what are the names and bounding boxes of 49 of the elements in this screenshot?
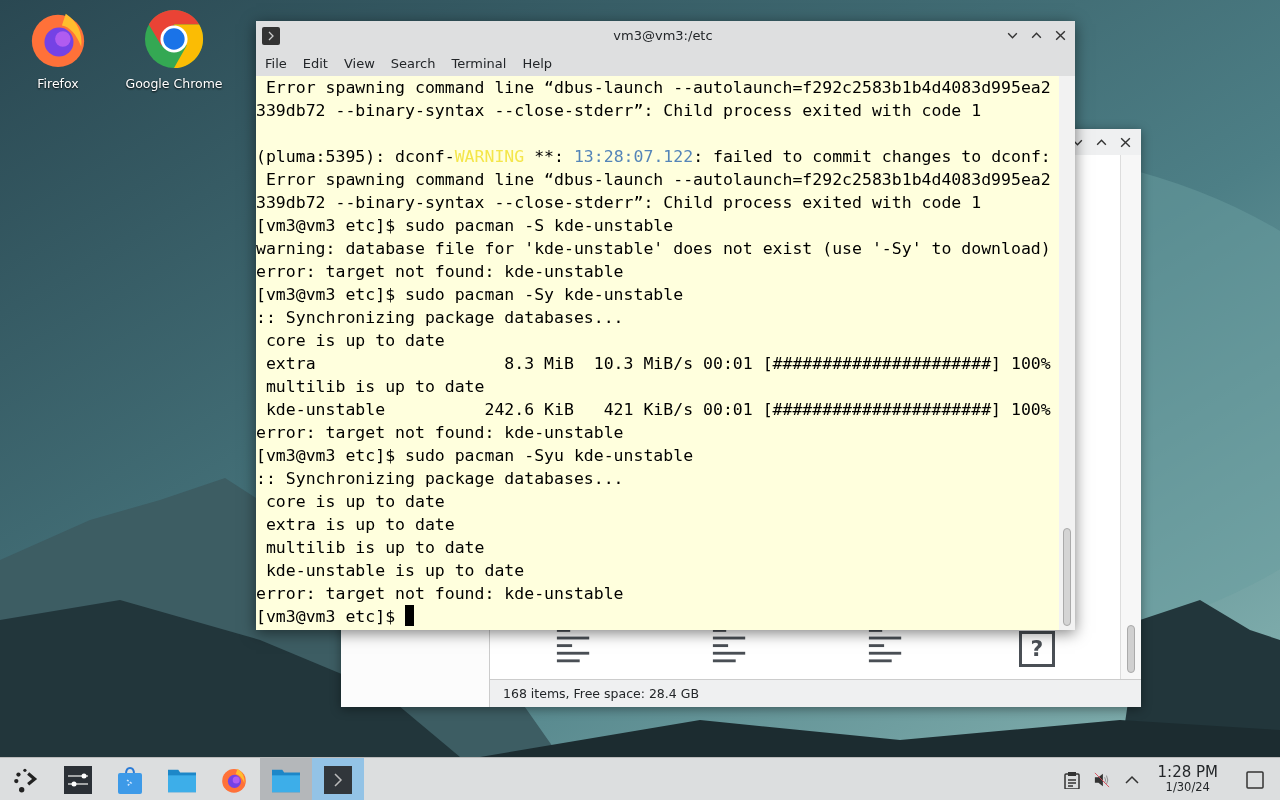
terminal-line: multilib is up to date	[264, 537, 486, 559]
menu-item[interactable]: File	[257, 53, 295, 73]
terminal-icon	[324, 765, 352, 794]
terminal-line: warning: database file for 'kde-unstable' does not exist (use '-Sy' to download)	[256, 238, 1052, 260]
muted-speaker-icon[interactable]	[1093, 770, 1110, 789]
terminal-line: [vm3@vm3 etc]$ sudo pacman -Sy kde-unstable	[256, 284, 685, 306]
shopping-bag-icon	[116, 765, 144, 794]
terminal-line: error: target not found: kde-unstable	[256, 261, 625, 283]
terminal-line: :: Synchronizing package databases...	[256, 307, 625, 329]
clock-date[interactable]: 1/30/24	[1165, 782, 1210, 794]
terminal-line: kde-unstable 242.6 KiB 421 KiB/s 00:01 [######################] 100%	[264, 399, 1052, 421]
taskbar-item[interactable]	[312, 758, 364, 800]
menu-item[interactable]: View	[335, 53, 383, 73]
terminal-line: 339db72 --binary-syntax --close-stderr”: Child process exited with code 1	[256, 100, 983, 122]
sliders-icon	[64, 765, 92, 794]
icon-label[interactable]: Google Chrome	[125, 76, 223, 91]
clipboard-icon[interactable]	[1063, 770, 1080, 789]
window-title: vm3@vm3:/etc	[612, 28, 714, 43]
terminal-line: Error spawning command line “dbus-launch --autolaunch=f292c2583b1b4d4083d995ea2	[264, 169, 1052, 191]
prompt-line: [vm3@vm3 etc]$	[256, 607, 397, 626]
unknown-file-icon[interactable]: ?	[1019, 631, 1055, 667]
terminal-line: core is up to date	[264, 330, 446, 352]
terminal-line: 339db72 --binary-syntax --close-stderr”: Child process exited with code 1	[256, 192, 983, 214]
menu-item[interactable]: Edit	[294, 53, 336, 73]
close-icon[interactable]	[1119, 135, 1132, 149]
terminal-line: error: target not found: kde-unstable	[256, 583, 625, 605]
clock-time[interactable]: 1:28 PM	[1157, 765, 1218, 781]
terminal-line: kde-unstable is up to date	[264, 560, 526, 582]
scrollbar-thumb[interactable]	[1127, 625, 1135, 673]
terminal-line: core is up to date	[264, 491, 446, 513]
terminal-icon	[262, 26, 280, 45]
scrollbar-thumb[interactable]	[1063, 528, 1071, 626]
terminal-line: Error spawning command line “dbus-launch --autolaunch=f292c2583b1b4d4083d995ea2	[264, 77, 1052, 99]
close-icon[interactable]	[1054, 29, 1067, 42]
terminal-line: extra 8.3 MiB 10.3 MiB/s 00:01 [######################] 100%	[264, 353, 1052, 375]
menu-item[interactable]: Search	[382, 53, 444, 73]
terminal-line: extra is up to date	[264, 514, 456, 536]
icon-label[interactable]: Firefox	[37, 76, 79, 91]
terminal-line: [vm3@vm3 etc]$ sudo pacman -S kde-unstable	[256, 215, 675, 237]
chrome-icon[interactable]	[143, 8, 205, 70]
terminal-line: [vm3@vm3 etc]$ sudo pacman -Syu kde-unstable	[256, 445, 695, 467]
menu-item[interactable]: Terminal	[443, 53, 515, 73]
terminal-line: (pluma:5395): dconf-WARNING **: 13:28:07.122: failed to commit changes to dconf:	[256, 146, 1052, 168]
show-desktop-icon[interactable]	[1246, 770, 1264, 789]
terminal-line: error: target not found: kde-unstable	[256, 422, 625, 444]
terminal-line: multilib is up to date	[264, 376, 486, 398]
menu-item[interactable]: Help	[514, 53, 561, 73]
status-text: 168 items, Free space: 28.4 GB	[490, 679, 1141, 707]
terminal-line: :: Synchronizing package databases...	[256, 468, 625, 490]
